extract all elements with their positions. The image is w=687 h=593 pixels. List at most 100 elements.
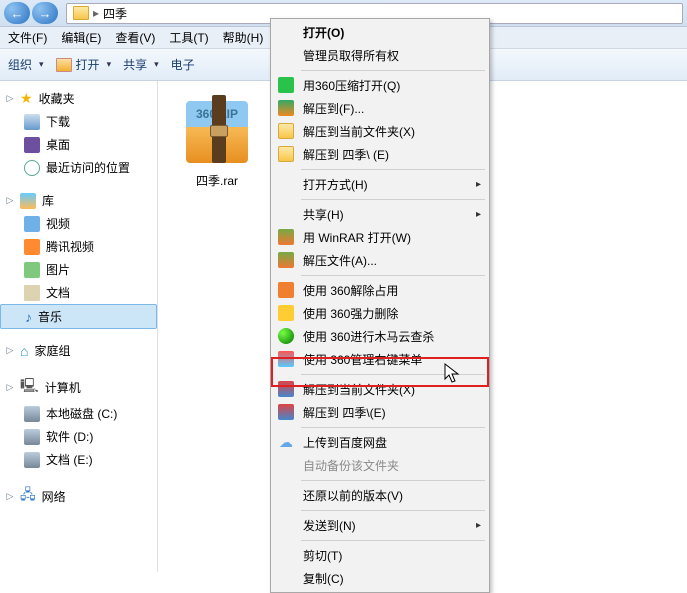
context-menu-item[interactable]: 解压到当前文件夹(X) — [273, 120, 487, 143]
context-menu-item[interactable]: 共享(H) — [273, 203, 487, 226]
context-menu-separator — [301, 510, 485, 511]
nav-back-button[interactable]: ← — [4, 2, 30, 24]
drive-icon — [24, 452, 40, 468]
context-menu-item[interactable]: 剪切(T) — [273, 544, 487, 567]
toolbar-share[interactable]: 共享 — [123, 56, 159, 73]
sidebar-group-libraries: ▷库 视频 腾讯视频 图片 文档 ♪音乐 — [0, 189, 157, 329]
collapse-icon: ▷ — [6, 491, 14, 502]
drive-icon — [24, 406, 40, 422]
menu-tools[interactable]: 工具(T) — [165, 27, 212, 48]
ic-cloud-icon: ☁ — [278, 434, 294, 450]
context-menu-item-label: 复制(C) — [303, 570, 344, 587]
sidebar-item-music[interactable]: ♪音乐 — [0, 304, 157, 329]
context-menu-item-label: 打开方式(H) — [303, 176, 368, 193]
context-menu-item[interactable]: 打开方式(H) — [273, 173, 487, 196]
ic-grid-icon — [278, 351, 294, 367]
context-menu-item-label: 使用 360强力删除 — [303, 305, 398, 322]
context-menu-item-label: 解压到当前文件夹(X) — [303, 381, 415, 398]
context-menu-item[interactable]: 使用 360强力删除 — [273, 302, 487, 325]
sidebar-item-drive-d[interactable]: 软件 (D:) — [0, 425, 157, 448]
library-icon — [20, 193, 36, 209]
nav-forward-button[interactable]: → — [32, 2, 58, 24]
sidebar-item-drive-e[interactable]: 文档 (E:) — [0, 448, 157, 471]
sidebar-head-network[interactable]: ▷🖧网络 — [0, 481, 157, 511]
context-menu-item-label: 用 WinRAR 打开(W) — [303, 229, 411, 246]
context-menu-item-label: 解压到当前文件夹(X) — [303, 123, 415, 140]
open-icon — [56, 58, 72, 72]
sidebar-item-recent[interactable]: 最近访问的位置 — [0, 156, 157, 179]
context-menu-item-label: 解压到(F)... — [303, 100, 364, 117]
arrow-right-icon: → — [39, 6, 52, 21]
sidebar-item-documents[interactable]: 文档 — [0, 281, 157, 304]
context-menu-separator — [301, 169, 485, 170]
sidebar-item-videos[interactable]: 视频 — [0, 212, 157, 235]
context-menu-item[interactable]: 用360压缩打开(Q) — [273, 74, 487, 97]
sidebar-head-libraries[interactable]: ▷库 — [0, 189, 157, 212]
sidebar-head-favorites[interactable]: ▷★收藏夹 — [0, 87, 157, 110]
context-menu-item-label: 剪切(T) — [303, 547, 342, 564]
context-menu-item[interactable]: 用 WinRAR 打开(W) — [273, 226, 487, 249]
context-menu-item[interactable]: 使用 360解除占用 — [273, 279, 487, 302]
ic-orange-icon — [278, 282, 294, 298]
toolbar-email[interactable]: 电子 — [171, 56, 195, 73]
context-menu-item-label: 还原以前的版本(V) — [303, 487, 403, 504]
context-menu-item-label: 使用 360管理右键菜单 — [303, 351, 422, 368]
sidebar-group-computer: ▷🖳计算机 本地磁盘 (C:) 软件 (D:) 文档 (E:) — [0, 372, 157, 471]
sidebar-item-tencent[interactable]: 腾讯视频 — [0, 235, 157, 258]
context-menu-item[interactable]: 使用 360管理右键菜单 — [273, 348, 487, 371]
star-icon: ★ — [20, 90, 33, 107]
breadcrumb-folder: 四季 — [103, 5, 127, 22]
context-menu-item[interactable]: 管理员取得所有权 — [273, 44, 487, 67]
context-menu: 打开(O)管理员取得所有权用360压缩打开(Q) 解压到(F)... 解压到当前文件… — [270, 18, 490, 593]
ic-rar2-icon — [278, 381, 294, 397]
file-tile[interactable]: 360 ZIP 四季.rar — [172, 95, 262, 190]
context-menu-item-label: 解压到 四季\(E) — [303, 404, 386, 421]
menu-help[interactable]: 帮助(H) — [219, 27, 268, 48]
ic-rar-icon — [278, 100, 294, 116]
sidebar-item-desktop[interactable]: 桌面 — [0, 133, 157, 156]
context-menu-separator — [301, 199, 485, 200]
sidebar: ▷★收藏夹 下载 桌面 最近访问的位置 ▷库 视频 腾讯视频 图片 文档 ♪音乐… — [0, 81, 158, 572]
file-label: 四季.rar — [172, 171, 262, 190]
context-menu-item[interactable]: ☁上传到百度网盘 — [273, 431, 487, 454]
context-menu-item[interactable]: 打开(O) — [273, 21, 487, 44]
context-menu-item[interactable]: 还原以前的版本(V) — [273, 484, 487, 507]
folder-icon — [73, 6, 89, 20]
context-menu-item[interactable]: 发送到(N) — [273, 514, 487, 537]
context-menu-item[interactable]: 解压到当前文件夹(X) — [273, 378, 487, 401]
context-menu-item-label: 使用 360进行木马云查杀 — [303, 328, 434, 345]
collapse-icon: ▷ — [6, 93, 14, 104]
menu-file[interactable]: 文件(F) — [4, 27, 51, 48]
context-menu-item[interactable]: 解压到(F)... — [273, 97, 487, 120]
context-menu-item[interactable]: 解压到 四季\ (E) — [273, 143, 487, 166]
sidebar-head-computer[interactable]: ▷🖳计算机 — [0, 372, 157, 402]
chevron-right-icon: ▸ — [93, 6, 99, 20]
context-menu-item-label: 共享(H) — [303, 206, 344, 223]
ic-rar2-icon — [278, 404, 294, 420]
rar-archive-icon: 360 ZIP — [182, 95, 252, 165]
context-menu-item[interactable]: 解压到 四季\(E) — [273, 401, 487, 424]
toolbar-organize[interactable]: 组织 — [8, 56, 44, 73]
context-menu-item[interactable]: 使用 360进行木马云查杀 — [273, 325, 487, 348]
collapse-icon: ▷ — [6, 195, 14, 206]
context-menu-separator — [301, 374, 485, 375]
toolbar-open[interactable]: 打开 — [56, 56, 112, 73]
context-menu-item[interactable]: 解压文件(A)... — [273, 249, 487, 272]
sidebar-item-pictures[interactable]: 图片 — [0, 258, 157, 281]
ic-360-icon — [278, 77, 294, 93]
drive-icon — [24, 429, 40, 445]
menu-edit[interactable]: 编辑(E) — [57, 27, 105, 48]
sidebar-head-homegroup[interactable]: ▷⌂家庭组 — [0, 339, 157, 362]
sidebar-item-drive-c[interactable]: 本地磁盘 (C:) — [0, 402, 157, 425]
menu-view[interactable]: 查看(V) — [111, 27, 159, 48]
context-menu-separator — [301, 480, 485, 481]
document-icon — [24, 285, 40, 301]
sidebar-item-downloads[interactable]: 下载 — [0, 110, 157, 133]
context-menu-item-label: 用360压缩打开(Q) — [303, 77, 400, 94]
context-menu-item-label: 使用 360解除占用 — [303, 282, 398, 299]
video-icon — [24, 216, 40, 232]
ic-ball-icon — [278, 328, 294, 344]
context-menu-item-label: 解压文件(A)... — [303, 252, 377, 269]
context-menu-item[interactable]: 复制(C) — [273, 567, 487, 590]
music-icon: ♪ — [25, 309, 32, 325]
